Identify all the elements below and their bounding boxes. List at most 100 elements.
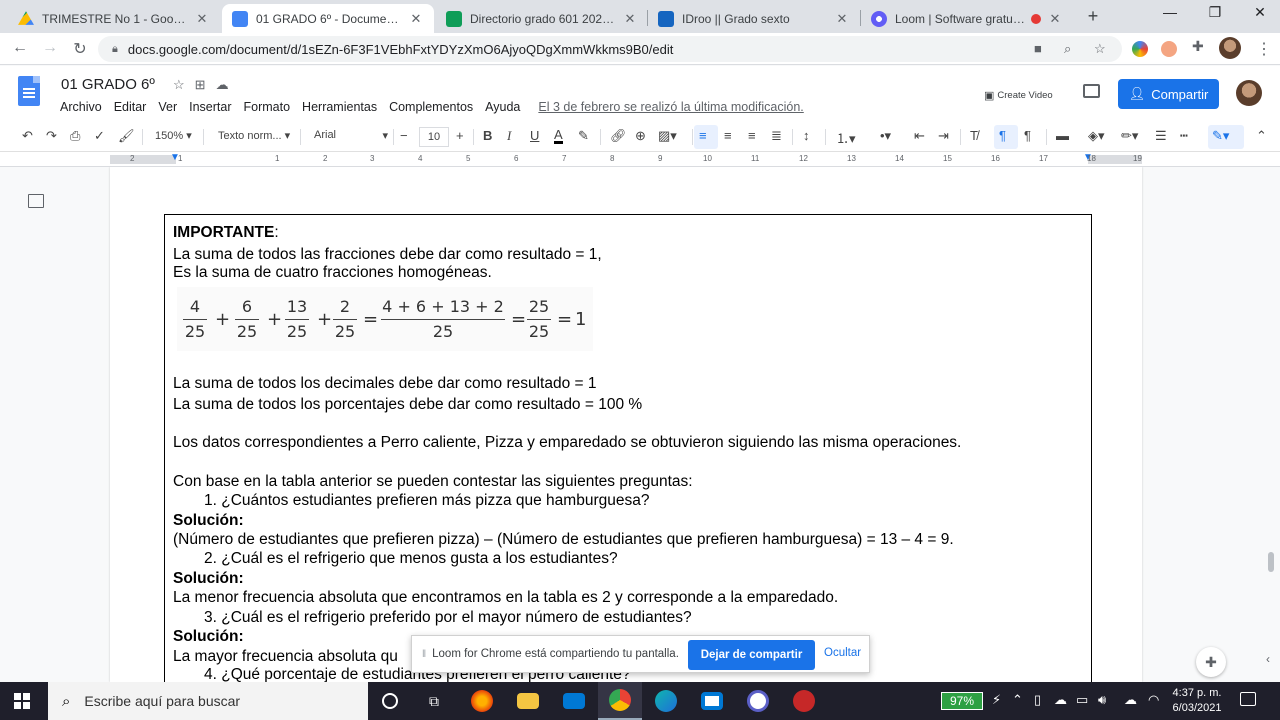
- menu-ver[interactable]: Ver: [158, 100, 177, 114]
- move-folder-icon[interactable]: ⊞: [195, 77, 216, 92]
- chrome-menu-icon[interactable]: ⋮: [1254, 39, 1274, 59]
- clear-formatting-icon[interactable]: T̸: [970, 128, 978, 143]
- collapse-menus-icon[interactable]: ⌃: [1256, 128, 1267, 144]
- close-tab-icon[interactable]: ✕: [408, 11, 424, 27]
- underline-icon[interactable]: U: [530, 128, 539, 143]
- app-icon[interactable]: [736, 682, 780, 720]
- upload-icon[interactable]: ☁: [1124, 692, 1137, 708]
- explore-button[interactable]: ✚: [1196, 647, 1226, 677]
- document-outline-icon[interactable]: [28, 194, 44, 208]
- decrease-indent-icon[interactable]: ⇤: [914, 128, 925, 144]
- fill-color-icon[interactable]: ◈▾: [1088, 128, 1105, 144]
- chrome-taskbar-icon[interactable]: [598, 682, 642, 720]
- side-panel-toggle-icon[interactable]: ‹: [1266, 652, 1270, 666]
- tray-app-icon[interactable]: ▯: [1034, 692, 1041, 708]
- editing-mode-icon[interactable]: ✎▾: [1212, 128, 1229, 144]
- close-window-icon[interactable]: ✕: [1240, 4, 1280, 21]
- line-spacing-icon[interactable]: ↕: [803, 128, 810, 143]
- back-icon[interactable]: ←: [10, 39, 30, 57]
- italic-icon[interactable]: I: [507, 128, 511, 144]
- increase-indent-icon[interactable]: ⇥: [938, 128, 949, 144]
- close-tab-icon[interactable]: ✕: [622, 11, 638, 27]
- zoom-select[interactable]: 150% ▾: [155, 129, 192, 142]
- comment-history-icon[interactable]: [1083, 84, 1100, 98]
- paragraph-style-select[interactable]: Texto norm... ▾: [218, 129, 290, 142]
- profile-avatar[interactable]: [1219, 37, 1241, 59]
- create-video-button[interactable]: ▣ Create Video: [984, 89, 1053, 102]
- power-icon[interactable]: ⚡︎: [992, 692, 1001, 708]
- border-width-icon[interactable]: ☰: [1155, 128, 1167, 144]
- menu-herramientas[interactable]: Herramientas: [302, 100, 377, 114]
- justify-icon[interactable]: ≣: [771, 128, 782, 144]
- spellcheck-icon[interactable]: ✓: [94, 128, 105, 144]
- menu-editar[interactable]: Editar: [114, 100, 147, 114]
- undo-icon[interactable]: ↶: [22, 128, 33, 144]
- store-icon[interactable]: [690, 682, 734, 720]
- close-tab-icon[interactable]: ✕: [834, 11, 850, 27]
- print-icon[interactable]: ⎙: [70, 128, 80, 144]
- border-dash-icon[interactable]: ┅: [1180, 128, 1188, 144]
- volume-icon[interactable]: 🔊︎: [1098, 692, 1106, 708]
- tab-idroo[interactable]: IDroo || Grado sexto ✕: [648, 4, 860, 33]
- new-tab-button[interactable]: +: [1082, 6, 1104, 27]
- app-icon[interactable]: [782, 682, 826, 720]
- decrease-font-size-icon[interactable]: −: [400, 128, 408, 143]
- taskbar-search-box[interactable]: ⌕ Escribe aquí para buscar: [48, 682, 368, 720]
- menu-formato[interactable]: Formato: [244, 100, 291, 114]
- menu-ayuda[interactable]: Ayuda: [485, 100, 520, 114]
- font-size-input[interactable]: 10: [419, 127, 449, 147]
- menu-insertar[interactable]: Insertar: [189, 100, 231, 114]
- restore-window-icon[interactable]: ❐: [1195, 4, 1235, 21]
- text-color-icon[interactable]: A: [554, 128, 563, 144]
- windows-start-icon[interactable]: [14, 693, 30, 709]
- task-view-icon[interactable]: ⧉: [412, 682, 456, 720]
- ltr-text-icon[interactable]: ¶: [999, 128, 1006, 143]
- last-edit-link[interactable]: El 3 de febrero se realizó la última mod…: [538, 100, 803, 114]
- network-icon[interactable]: ▭: [1076, 692, 1088, 708]
- border-style-icon[interactable]: ▬: [1056, 128, 1069, 143]
- show-hidden-icons-icon[interactable]: ⌃: [1012, 692, 1023, 708]
- taskbar-clock[interactable]: 4:37 p. m. 6/03/2021: [1163, 686, 1231, 716]
- tab-loom[interactable]: Loom | Software gratuito de ✕: [861, 4, 1073, 33]
- star-icon[interactable]: ☆: [173, 77, 195, 92]
- notifications-icon[interactable]: [1240, 692, 1256, 706]
- align-left-icon[interactable]: ≡: [699, 128, 707, 143]
- forward-icon[interactable]: →: [40, 39, 60, 57]
- hide-banner-button[interactable]: Ocultar: [824, 647, 861, 659]
- ruler[interactable]: ▼ ▼ 2 1 1 2 3 4 5 6 7 8 9 10 11 12 13 14…: [0, 152, 1280, 167]
- increase-font-size-icon[interactable]: +: [456, 128, 464, 143]
- cortana-icon[interactable]: [368, 682, 412, 720]
- extension-icon[interactable]: [1132, 41, 1148, 57]
- tab-google-sheets[interactable]: Directorio grado 601 2021 - Hojas de cál…: [436, 4, 648, 33]
- address-bar[interactable]: 🔒︎ docs.google.com/document/d/1sEZn-6F3F…: [98, 36, 1122, 62]
- fraction-sum-image[interactable]: 4 25 + 6 25 + 13 25 + 2 25 = 4 + 6 + 13 + 22…: [177, 287, 593, 351]
- battery-indicator[interactable]: 97%: [941, 692, 983, 710]
- bulleted-list-icon[interactable]: •▾: [880, 128, 891, 144]
- drag-handle-icon[interactable]: ‖: [422, 649, 426, 660]
- vertical-scrollbar-thumb[interactable]: [1268, 552, 1274, 572]
- highlight-color-icon[interactable]: ✎: [578, 128, 589, 144]
- extension-icon[interactable]: [1161, 41, 1177, 57]
- menu-complementos[interactable]: Complementos: [389, 100, 473, 114]
- bookmark-star-icon[interactable]: ☆: [1094, 41, 1106, 57]
- bold-icon[interactable]: B: [483, 128, 492, 143]
- onedrive-icon[interactable]: ☁: [1054, 692, 1067, 708]
- border-color-icon[interactable]: ✏▾: [1121, 128, 1138, 144]
- align-right-icon[interactable]: ≡: [748, 128, 756, 143]
- paint-format-icon[interactable]: 🖌︎: [118, 128, 135, 144]
- tab-google-drive[interactable]: TRIMESTRE No 1 - Google Drive ✕: [8, 4, 220, 33]
- align-center-icon[interactable]: ≡: [724, 128, 732, 143]
- redo-icon[interactable]: ↷: [46, 128, 57, 144]
- file-explorer-icon[interactable]: [506, 682, 550, 720]
- close-tab-icon[interactable]: ✕: [194, 11, 210, 27]
- firefox-icon[interactable]: [460, 682, 504, 720]
- edge-icon[interactable]: [644, 682, 688, 720]
- mail-icon[interactable]: [552, 682, 596, 720]
- rtl-text-icon[interactable]: ¶: [1024, 128, 1031, 143]
- menu-archivo[interactable]: Archivo: [60, 100, 102, 114]
- stop-sharing-button[interactable]: Dejar de compartir: [688, 640, 815, 670]
- reload-icon[interactable]: ↻: [70, 39, 90, 59]
- docs-logo-icon[interactable]: [18, 76, 40, 106]
- minimize-window-icon[interactable]: —: [1150, 4, 1190, 20]
- document-canvas[interactable]: IMPORTANTE: La suma de todos las fraccio…: [0, 167, 1280, 682]
